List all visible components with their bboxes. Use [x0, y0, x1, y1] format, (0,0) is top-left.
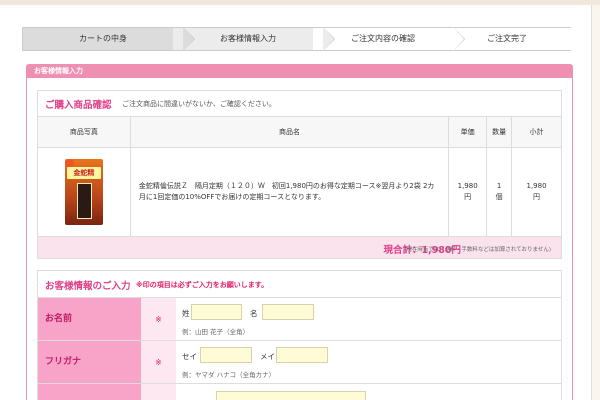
form-row-name: お名前 ※ 姓 名 例：山田 花子（全角） [38, 297, 561, 340]
checkout-steps: カートの中身 お客様情報入力 ご注文内容の確認 ご注文完了 [22, 27, 571, 51]
product-image: 金蛇精 [64, 159, 103, 225]
page: カートの中身 お客様情報入力 ご注文内容の確認 ご注文完了 お客様情報入力 ご購… [0, 0, 600, 400]
product-price: 1,980 円 [448, 147, 488, 237]
section-header: お客様情報入力 [26, 64, 573, 78]
product-subtotal: 1,980 円 [511, 147, 562, 237]
name-fields: 姓 名 例：山田 花子（全角） [176, 298, 561, 340]
first-name-kana-label: メイ [260, 352, 275, 361]
furigana-fields: セイ メイ 例：ヤマダ ハナコ（全角カナ） [176, 341, 561, 383]
product-subtotal-unit: 円 [533, 193, 541, 201]
product-qty-unit: 個 [495, 193, 503, 201]
order-total-note: (現在時点では、送料・手数料などは加算されておりません) [404, 247, 551, 253]
step-arrow-icon [183, 27, 194, 51]
last-name-input[interactable] [191, 304, 242, 320]
table-row: 金蛇精 金蛇精倫伝説Ｚ 隔月定期（１２０）Ｗ 初回1,980円のお得な定期コース… [37, 147, 562, 237]
product-price-unit: 円 [464, 193, 472, 201]
furigana-example: 例：ヤマダ ハナコ（全角カナ） [182, 371, 276, 379]
next-row-input[interactable] [216, 391, 366, 400]
name-example: 例：山田 花子（全角） [182, 328, 250, 336]
product-subtotal-value: 1,980 [526, 181, 547, 190]
form-row-next [38, 383, 561, 400]
product-name: 金蛇精倫伝説Ｚ 隔月定期（１２０）Ｗ 初回1,980円のお得な定期コース※翌月よ… [129, 147, 450, 237]
col-photo: 商品写真 [37, 116, 131, 148]
next-row-req [141, 384, 176, 400]
col-qty: 数量 [486, 116, 513, 148]
order-items-table: 商品写真 商品名 単価 数量 小計 金蛇精 金蛇精倫伝説Ｚ 隔月定期（１２０）Ｗ… [37, 116, 562, 237]
order-confirm-title: ご購入商品確認 [45, 100, 112, 111]
furigana-label: フリガナ [38, 341, 141, 383]
first-name-label: 名 [250, 309, 258, 318]
product-price-value: 1,980 [457, 181, 478, 190]
product-box-graphic [76, 183, 92, 219]
product-qty-value: 1 [496, 181, 502, 190]
next-row-fields [176, 384, 561, 400]
customer-info-title: お客様情報のご入力 [45, 281, 131, 292]
product-qty: 1 個 [486, 147, 513, 237]
table-header-row: 商品写真 商品名 単価 数量 小計 [37, 116, 562, 148]
customer-info-subtitle: ※印の項目は必ずご入力をお願いします。 [136, 281, 269, 289]
product-photo-cell: 金蛇精 [37, 147, 131, 237]
first-name-kana-input[interactable] [276, 347, 328, 363]
top-strip [0, 0, 600, 5]
col-price: 単価 [448, 116, 488, 148]
last-name-kana-input[interactable] [200, 347, 252, 363]
col-subtotal: 小計 [511, 116, 562, 148]
required-mark: ※ [141, 298, 176, 340]
order-confirm-subtitle: ご注文商品に間違いがないか、ご確認ください。 [122, 100, 276, 108]
last-name-label: 姓 [182, 309, 190, 318]
form-row-furigana: フリガナ ※ セイ メイ 例：ヤマダ ハナコ（全角カナ） [38, 340, 561, 383]
next-row-label [38, 384, 141, 400]
total-row: 現合計：1,980円 (現在時点では、送料・手数料などは加算されておりません) [38, 236, 561, 258]
step-cart: カートの中身 [23, 28, 183, 50]
step-arrow-icon [453, 27, 464, 51]
step-arrow-icon [323, 27, 334, 51]
step-customer-info: お客様情報入力 [173, 28, 323, 50]
last-name-kana-label: セイ [182, 352, 197, 361]
product-image-label: 金蛇精 [66, 167, 101, 179]
col-name: 商品名 [129, 116, 450, 148]
required-mark: ※ [141, 341, 176, 383]
first-name-input[interactable] [262, 304, 314, 320]
name-label: お名前 [38, 298, 141, 340]
